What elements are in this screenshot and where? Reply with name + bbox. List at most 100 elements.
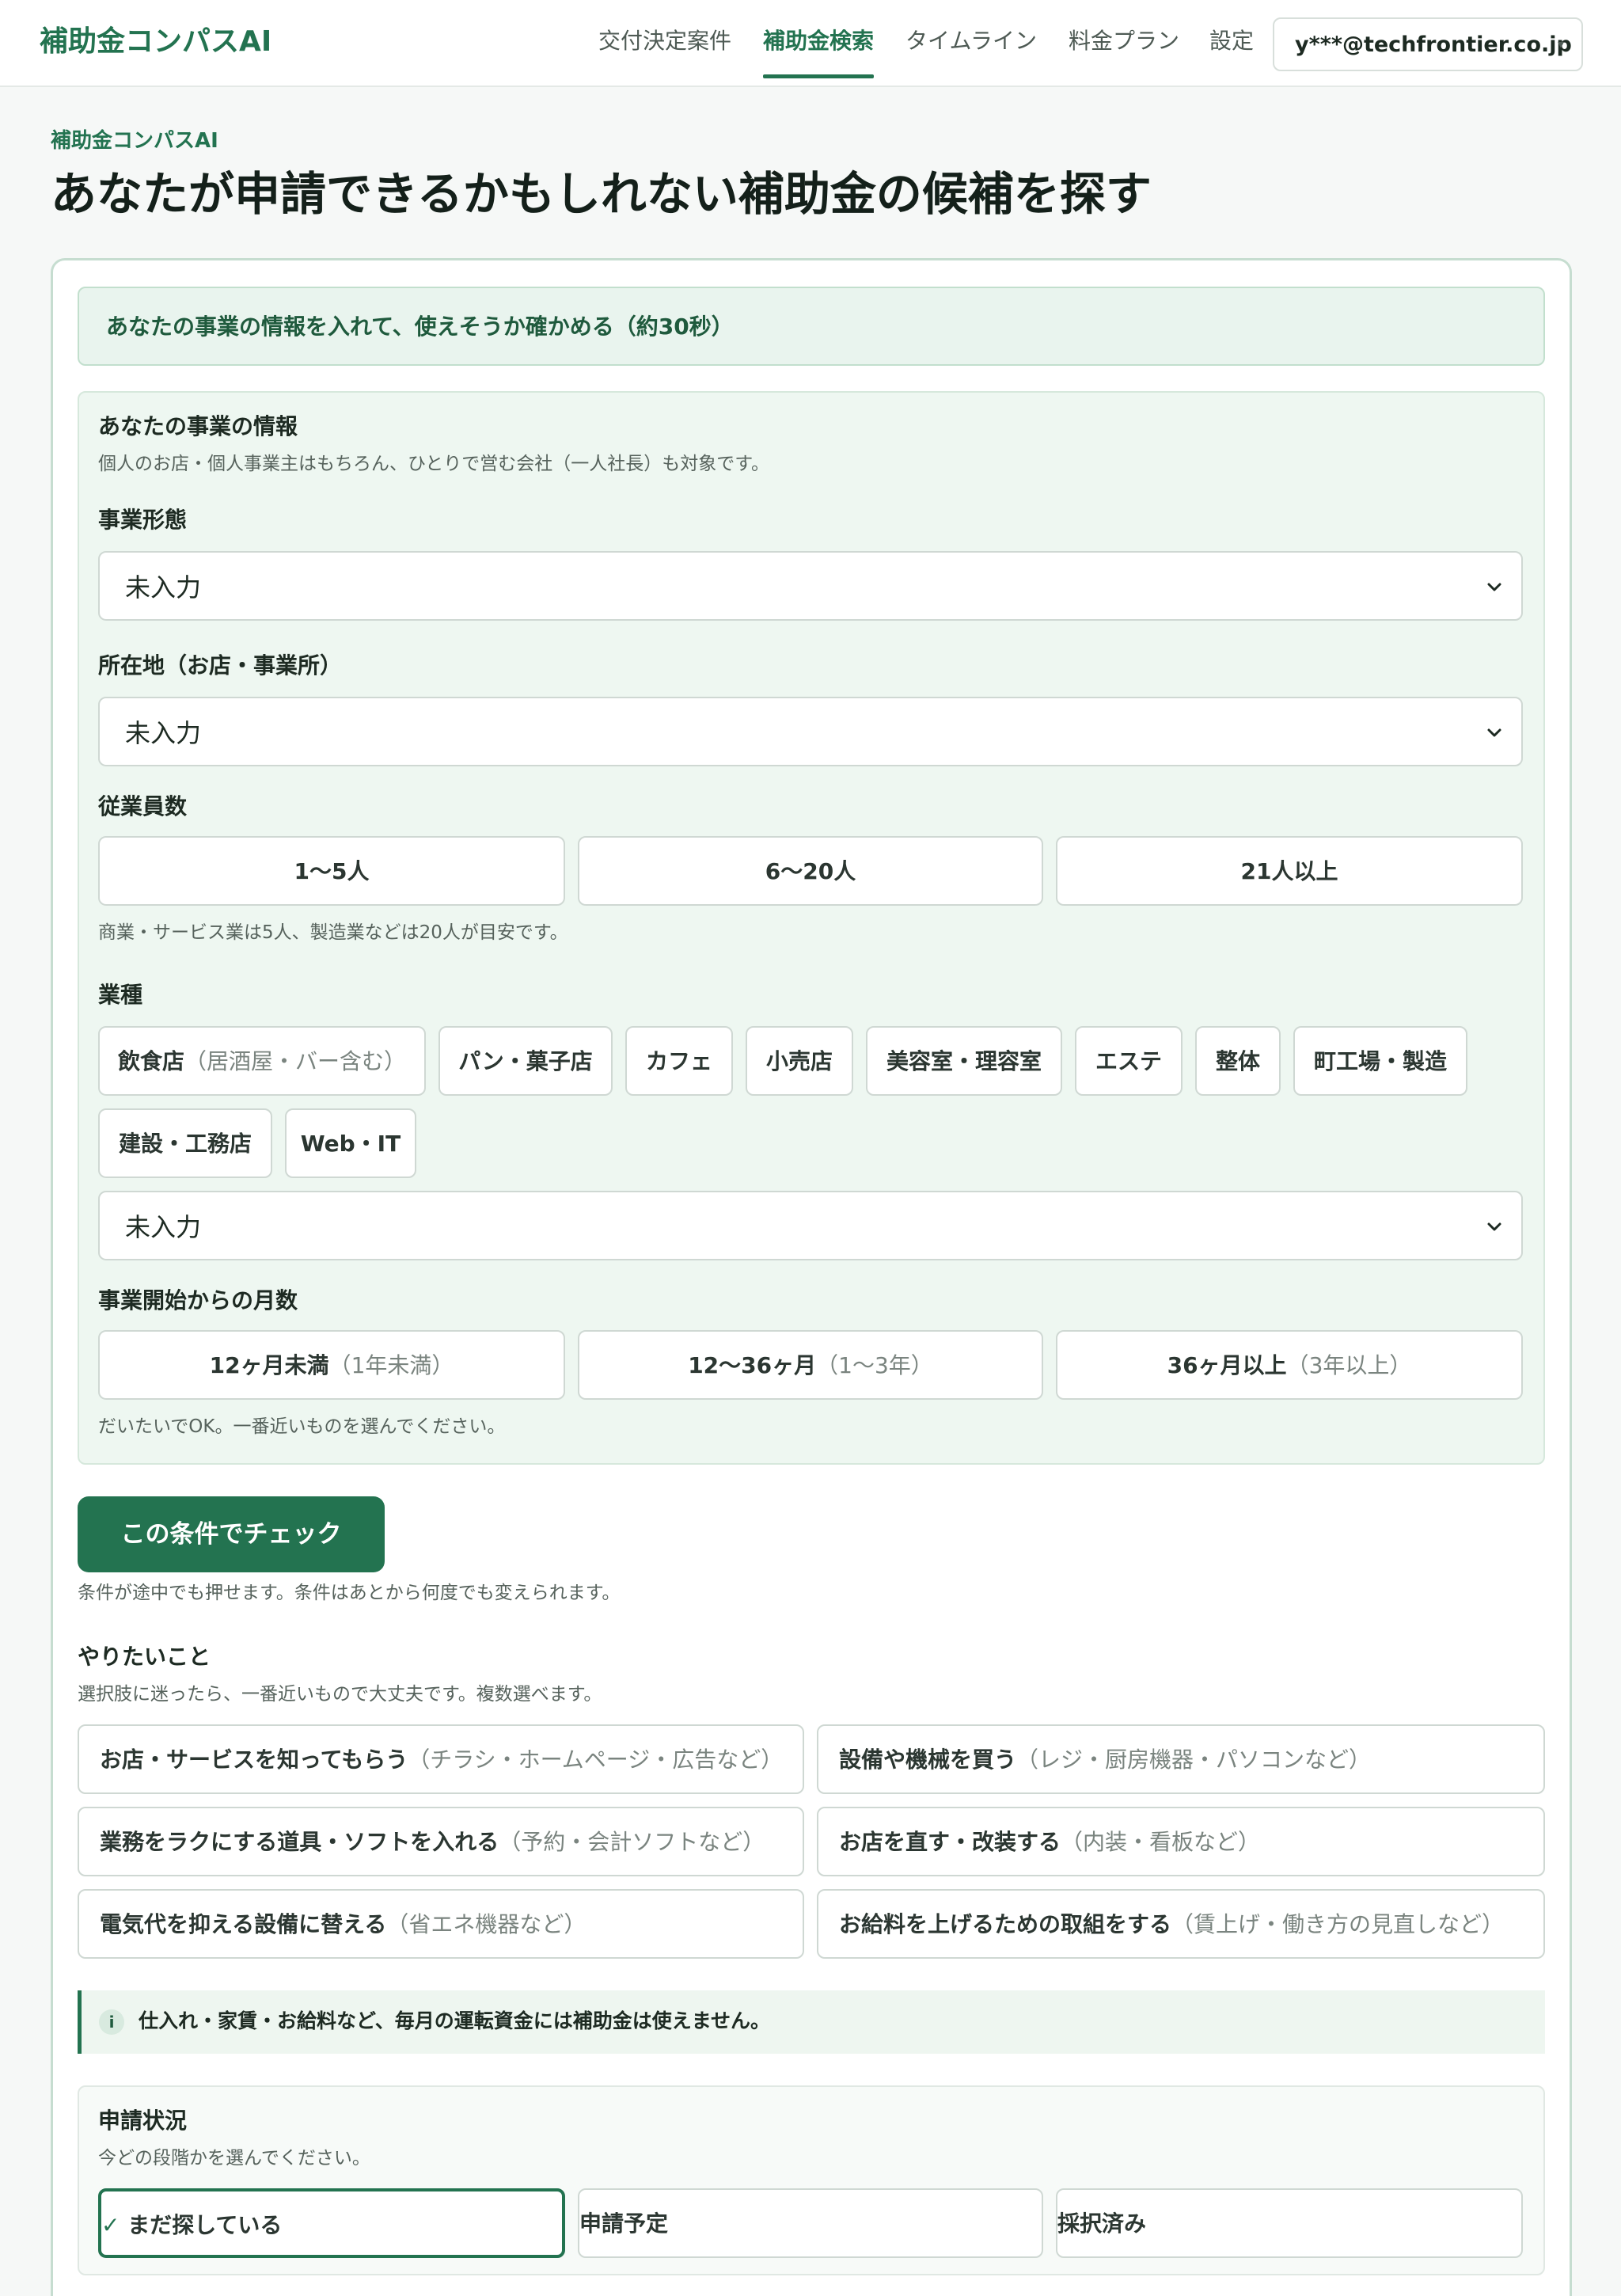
- employees-option[interactable]: 21人以上: [1056, 836, 1523, 906]
- goal-label: 業務をラクにする道具・ソフトを入れる: [100, 1829, 499, 1855]
- months-hint: だいたいでOK。一番近いものを選んでください。: [98, 1416, 506, 1437]
- industry-chip[interactable]: 小売店: [746, 1026, 853, 1096]
- chevron-down-icon: [1487, 583, 1501, 591]
- option-label: 1〜5人: [294, 858, 370, 884]
- option-label: 36ヶ月以上: [1167, 1352, 1287, 1378]
- goal-sublabel: （レジ・厨房機器・パソコンなど）: [1016, 1747, 1372, 1773]
- check-conditions-button[interactable]: この条件でチェック: [78, 1496, 385, 1572]
- status-option-planned[interactable]: 申請予定: [578, 2188, 1043, 2258]
- goal-label: お店・サービスを知ってもらう: [100, 1747, 408, 1773]
- employees-hint: 商業・サービス業は5人、製造業などは20人が目安です。: [98, 922, 568, 943]
- goal-sublabel: （賃上げ・働き方の見直しなど）: [1171, 1911, 1505, 1937]
- goal-option[interactable]: お店・サービスを知ってもらう（チラシ・ホームページ・広告など）: [78, 1724, 804, 1794]
- industry-chip[interactable]: エステ: [1075, 1026, 1183, 1096]
- goal-option[interactable]: お店を直す・改装する（内装・看板など）: [817, 1807, 1545, 1876]
- industry-chip[interactable]: 美容室・理容室: [866, 1026, 1062, 1096]
- industry-chip[interactable]: 飲食店（居酒屋・バー含む）: [98, 1026, 426, 1096]
- chip-label: 町工場・製造: [1313, 1048, 1447, 1074]
- nav-pricing[interactable]: 料金プラン: [1069, 25, 1179, 57]
- top-bar: 補助金コンパスAI 交付決定案件 補助金検索 タイムライン 料金プラン 設定 y…: [0, 0, 1621, 87]
- business-description: 個人のお店・個人事業主はもちろん、ひとりで営む会社（一人社長）も対象です。: [98, 454, 770, 474]
- goal-option[interactable]: 電気代を抑える設備に替える（省エネ機器など）: [78, 1889, 804, 1959]
- nav-issued-cases[interactable]: 交付決定案件: [598, 25, 731, 57]
- industry-value: 未入力: [125, 1212, 202, 1242]
- check-button-label: この条件でチェック: [120, 1520, 342, 1549]
- goals-hint: 選択肢に迷ったら、一番近いもので大丈夫です。複数選べます。: [78, 1684, 602, 1705]
- nav-settings[interactable]: 設定: [1209, 25, 1254, 57]
- months-option[interactable]: 12〜36ヶ月（1〜3年）: [578, 1330, 1043, 1400]
- intro-text: あなたの事業の情報を入れて、使えそうか確かめる（約30秒）: [106, 314, 734, 340]
- chip-label: 美容室・理容室: [886, 1048, 1042, 1074]
- info-icon: i: [99, 2009, 124, 2035]
- goal-option[interactable]: 業務をラクにする道具・ソフトを入れる（予約・会計ソフトなど）: [78, 1807, 804, 1876]
- option-label: 12〜36ヶ月: [688, 1352, 817, 1378]
- months-option[interactable]: 12ヶ月未満（1年未満）: [98, 1330, 565, 1400]
- chip-label: カフェ: [645, 1048, 712, 1074]
- business-form-label: 事業形態: [98, 507, 188, 533]
- industry-chip[interactable]: カフェ: [625, 1026, 733, 1096]
- check-icon: ✓: [101, 2212, 120, 2238]
- employees-option[interactable]: 6〜20人: [578, 836, 1043, 906]
- intro-banner: あなたの事業の情報を入れて、使えそうか確かめる（約30秒）: [78, 287, 1545, 366]
- goal-sublabel: （内装・看板など）: [1061, 1829, 1261, 1855]
- chip-label: Web・IT: [300, 1131, 401, 1157]
- industry-chip[interactable]: 建設・工務店: [98, 1108, 272, 1178]
- option-label: 6〜20人: [765, 858, 856, 884]
- account-menu[interactable]: y***@techfrontier.co.jp ▾: [1273, 17, 1583, 71]
- location-label: 所在地（お店・事業所）: [98, 652, 343, 679]
- nav-subsidy-search[interactable]: 補助金検索: [763, 25, 874, 57]
- location-select[interactable]: 未入力: [98, 697, 1523, 766]
- brand-logo[interactable]: 補助金コンパスAI: [40, 24, 271, 60]
- nav-timeline[interactable]: タイムライン: [905, 25, 1037, 57]
- chevron-down-icon: [1487, 728, 1501, 737]
- caret-down-icon: ▾: [1557, 36, 1564, 51]
- business-form-select[interactable]: 未入力: [98, 551, 1523, 621]
- option-sublabel: （3年以上）: [1286, 1352, 1412, 1378]
- business-heading: あなたの事業の情報: [98, 413, 298, 439]
- industry-label: 業種: [98, 982, 143, 1008]
- employees-option[interactable]: 1〜5人: [98, 836, 565, 906]
- check-hint: 条件が途中でも押せます。条件はあとから何度でも変えられます。: [78, 1583, 621, 1603]
- chip-label: パン・菓子店: [458, 1048, 593, 1074]
- goal-sublabel: （予約・会計ソフトなど）: [499, 1829, 765, 1855]
- option-sublabel: （1年未満）: [328, 1352, 454, 1378]
- option-label: 21人以上: [1240, 858, 1338, 884]
- chip-label: 飲食店: [117, 1048, 184, 1074]
- chip-label: エステ: [1095, 1048, 1162, 1074]
- months-option[interactable]: 36ヶ月以上（3年以上）: [1056, 1330, 1523, 1400]
- months-label: 事業開始からの月数: [98, 1287, 298, 1313]
- industry-chip[interactable]: 整体: [1195, 1026, 1281, 1096]
- goals-heading: やりたいこと: [78, 1644, 211, 1670]
- location-value: 未入力: [125, 718, 202, 748]
- industry-chip[interactable]: パン・菓子店: [438, 1026, 613, 1096]
- chip-label: 整体: [1215, 1048, 1260, 1074]
- industry-select[interactable]: 未入力: [98, 1191, 1523, 1260]
- chip-label: 建設・工務店: [118, 1131, 252, 1157]
- goal-option[interactable]: 設備や機械を買う（レジ・厨房機器・パソコンなど）: [817, 1724, 1545, 1794]
- industry-chip[interactable]: 町工場・製造: [1293, 1026, 1467, 1096]
- status-heading: 申請状況: [98, 2108, 188, 2134]
- status-option-searching[interactable]: ✓ まだ探している: [98, 2188, 565, 2258]
- status-label: 採択済み: [1057, 2210, 1147, 2237]
- goal-label: 電気代を抑える設備に替える: [100, 1911, 387, 1937]
- goal-label: 設備や機械を買う: [839, 1747, 1017, 1773]
- goal-option[interactable]: お給料を上げるための取組をする（賃上げ・働き方の見直しなど）: [817, 1889, 1545, 1959]
- option-sublabel: （1〜3年）: [816, 1352, 933, 1378]
- employees-label: 従業員数: [98, 793, 188, 819]
- page-title: あなたが申請できるかもしれない補助金の候補を探す: [51, 167, 1152, 221]
- chip-sublabel: （居酒屋・バー含む）: [184, 1048, 407, 1074]
- chevron-down-icon: [1487, 1222, 1501, 1231]
- page-eyebrow: 補助金コンパスAI: [51, 129, 218, 153]
- goal-label: お店を直す・改装する: [839, 1829, 1061, 1855]
- option-label: 12ヶ月未満: [209, 1352, 329, 1378]
- goal-sublabel: （チラシ・ホームページ・広告など）: [408, 1747, 784, 1773]
- industry-chip[interactable]: Web・IT: [285, 1108, 416, 1178]
- chip-label: 小売店: [765, 1048, 833, 1074]
- goal-sublabel: （省エネ機器など）: [386, 1911, 587, 1937]
- nav-active-indicator: [763, 74, 874, 78]
- status-option-adopted[interactable]: 採択済み: [1056, 2188, 1523, 2258]
- status-label: 申請予定: [579, 2210, 669, 2237]
- account-email: y***@techfrontier.co.jp: [1295, 32, 1572, 57]
- working-capital-notice: i 仕入れ・家賃・お給料など、毎月の運転資金には補助金は使えません。: [78, 1990, 1545, 2054]
- notice-text: 仕入れ・家賃・お給料など、毎月の運転資金には補助金は使えません。: [139, 2009, 771, 2032]
